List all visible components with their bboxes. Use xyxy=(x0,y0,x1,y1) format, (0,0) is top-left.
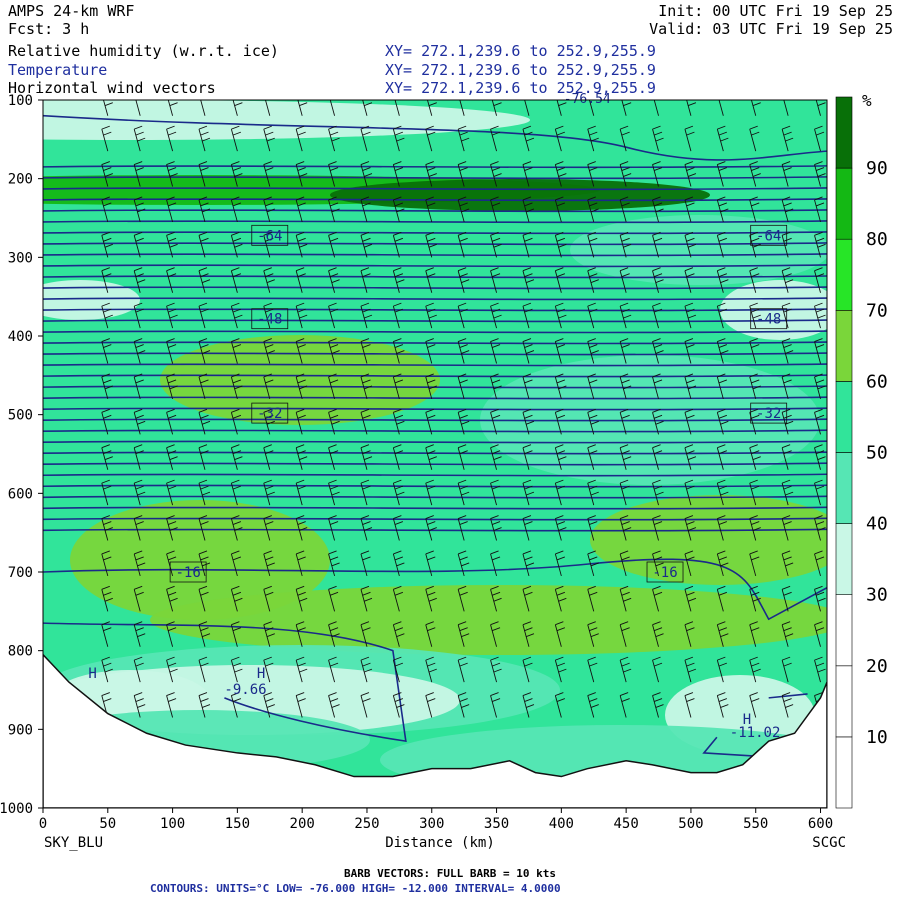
colorbar-bin xyxy=(835,736,853,809)
y-tick-label: 500 xyxy=(8,408,33,424)
contour-label: -16 xyxy=(646,561,684,583)
svg-text:-32: -32 xyxy=(257,406,282,422)
svg-text:-48: -48 xyxy=(257,312,282,328)
barb-note: BARB VECTORS: FULL BARB = 10 kts xyxy=(344,867,556,880)
init-time: Init: 00 UTC Fri 19 Sep 25 xyxy=(658,2,893,20)
high-marker: H xyxy=(257,666,265,682)
svg-text:-16: -16 xyxy=(652,565,677,581)
y-tick-label: 600 xyxy=(8,486,33,502)
y-tick-label: 1000 xyxy=(0,801,33,817)
svg-text:-16: -16 xyxy=(175,565,200,581)
colorbar-tick-label: 80 xyxy=(866,229,888,250)
colorbar-tick-label: 60 xyxy=(866,371,888,392)
colorbar-bin xyxy=(835,452,853,524)
colorbar-bin xyxy=(835,309,853,382)
high-marker: H xyxy=(88,666,96,682)
y-tick-label: 100 xyxy=(8,93,33,109)
y-tick-label: 400 xyxy=(8,329,33,345)
field-label-wind: Horizontal wind vectors xyxy=(8,79,216,97)
x-tick-label: 500 xyxy=(678,816,703,832)
contour-note: CONTOURS: UNITS=°C LOW= -76.000 HIGH= -1… xyxy=(150,882,561,895)
y-axis: 100 200 300 400 500 600 700 800 900 1000 xyxy=(0,93,43,817)
contour-label: -16 xyxy=(169,561,207,583)
contour-label: -48 xyxy=(750,308,788,330)
colorbar-tick-label: 20 xyxy=(866,656,888,677)
x-axis: 0 50 100 150 200 250 300 350 400 450 500 550 600 xyxy=(39,808,833,832)
x-tick-label: 250 xyxy=(354,816,379,832)
colorbar-bin xyxy=(835,381,853,453)
cross-section-plot: AMPS 24-km WRF Fcst: 3 h Init: 00 UTC Fr… xyxy=(0,2,893,895)
field-label-temperature: Temperature xyxy=(8,61,107,79)
x-axis-title: Distance (km) xyxy=(385,835,495,851)
x-tick-label: 400 xyxy=(549,816,574,832)
colorbar-tick-label: 40 xyxy=(866,514,888,535)
valid-time: Valid: 03 UTC Fri 19 Sep 25 xyxy=(649,20,893,38)
colorbar-tick-label: 90 xyxy=(866,158,888,179)
x-tick-label: 350 xyxy=(484,816,509,832)
model-title: AMPS 24-km WRF xyxy=(8,2,134,20)
y-tick-label: 800 xyxy=(8,644,33,660)
svg-text:-32: -32 xyxy=(756,406,781,422)
x-tick-label: 600 xyxy=(808,816,833,832)
rh-region xyxy=(330,179,710,211)
x-tick-label: 450 xyxy=(613,816,638,832)
x-tick-label: 550 xyxy=(743,816,768,832)
y-tick-label: 300 xyxy=(8,250,33,266)
field-xy-wind: XY= 272.1,239.6 to 252.9,255.9 xyxy=(385,79,656,97)
x-tick-label: 300 xyxy=(419,816,444,832)
contour-label: -48 xyxy=(251,308,289,330)
forecast-hour: Fcst: 3 h xyxy=(8,20,89,38)
field-xy-temperature: XY= 272.1,239.6 to 252.9,255.9 xyxy=(385,61,656,79)
x-tick-label: 100 xyxy=(160,816,185,832)
colorbar-tick-label: 70 xyxy=(866,300,888,321)
cross-section-figure: AMPS 24-km WRF Fcst: 3 h Init: 00 UTC Fr… xyxy=(0,0,900,900)
rh-region xyxy=(150,585,827,655)
rh-region xyxy=(43,280,140,320)
x-right-label: SCGC xyxy=(812,835,846,851)
x-left-label: SKY_BLU xyxy=(44,835,103,851)
colorbar-bin xyxy=(835,523,853,595)
plot-area xyxy=(43,100,827,808)
y-tick-label: 200 xyxy=(8,172,33,188)
colorbar-bin xyxy=(835,238,853,311)
colorbar-tick-label: 10 xyxy=(866,727,888,748)
contour-label: -32 xyxy=(251,402,289,424)
svg-text:-48: -48 xyxy=(756,312,781,328)
y-tick-label: 900 xyxy=(8,722,33,738)
colorbar-unit: % xyxy=(862,91,872,110)
rh-shading xyxy=(43,100,827,808)
high-value-left: -9.66 xyxy=(224,682,266,698)
colorbar-tick-label: 50 xyxy=(866,443,888,464)
colorbar-bin xyxy=(835,665,853,738)
y-tick-label: 700 xyxy=(8,565,33,581)
x-tick-label: 50 xyxy=(99,816,116,832)
x-tick-label: 150 xyxy=(225,816,250,832)
contour-label: -32 xyxy=(750,402,788,424)
field-label-rh: Relative humidity (w.r.t. ice) xyxy=(8,42,279,60)
colorbar-tick-label: 30 xyxy=(866,585,888,606)
contour-label: -64 xyxy=(251,224,289,246)
x-tick-label: 200 xyxy=(290,816,315,832)
colorbar-bin xyxy=(835,594,853,667)
rh-region xyxy=(570,215,827,285)
high-value-right: -11.02 xyxy=(730,725,781,741)
svg-text:-64: -64 xyxy=(257,228,282,244)
field-xy-rh: XY= 272.1,239.6 to 252.9,255.9 xyxy=(385,42,656,60)
colorbar-bin xyxy=(835,96,853,169)
colorbar: 10 20 30 40 50 60 70 80 90 xyxy=(835,96,888,809)
contour-label: -64 xyxy=(750,224,788,246)
x-tick-label: 0 xyxy=(39,816,47,832)
svg-text:-64: -64 xyxy=(756,228,781,244)
colorbar-bin xyxy=(835,167,853,240)
